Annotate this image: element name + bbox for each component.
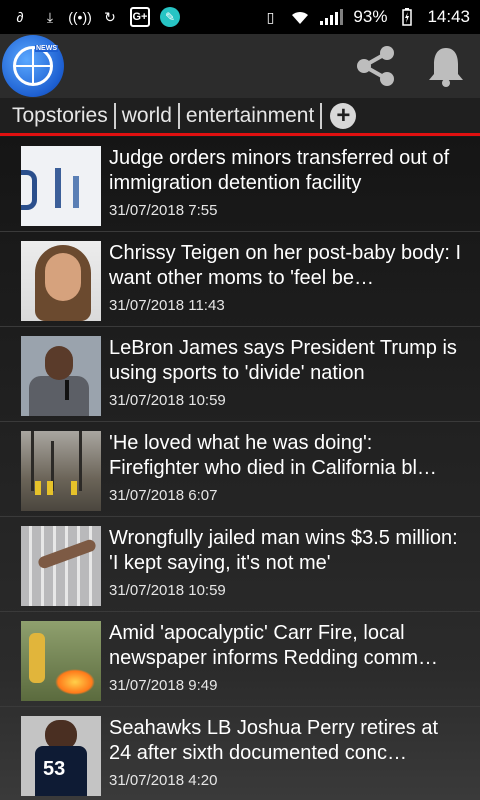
app-actions <box>354 44 468 88</box>
gplus-icon: G+ <box>130 7 150 27</box>
news-item[interactable]: Chrissy Teigen on her post-baby body: I … <box>0 232 480 327</box>
link-icon: ∂ <box>16 9 24 25</box>
news-headline: Amid 'apocalyptic' Carr Fire, local news… <box>109 622 439 669</box>
news-date: 31/07/2018 4:20 <box>109 772 218 789</box>
app-logo[interactable]: NEWS <box>2 35 64 97</box>
battery-percent: 93% <box>353 7 388 26</box>
news-date: 31/07/2018 11:43 <box>109 297 225 314</box>
news-date: 31/07/2018 7:55 <box>109 202 218 219</box>
news-item-text: Amid 'apocalyptic' Carr Fire, local news… <box>109 621 464 694</box>
wifi-icon <box>290 7 310 27</box>
news-feed[interactable]: Judge orders minors transferred out of i… <box>0 137 480 800</box>
status-right: ▯ 93% 14:43 <box>260 7 470 27</box>
vibrate-icon: ▯ <box>266 8 275 25</box>
news-item[interactable]: LeBron James says President Trump is usi… <box>0 327 480 422</box>
category-tabs: Topstories world entertainment + <box>0 98 480 136</box>
app-notification-icon: ✎ <box>160 7 180 27</box>
hotspot-icon: ((•)) <box>68 9 92 25</box>
news-item[interactable]: 'He loved what he was doing': Firefighte… <box>0 422 480 517</box>
news-headline: Judge orders minors transferred out of i… <box>109 147 450 194</box>
news-date: 31/07/2018 6:07 <box>109 487 218 504</box>
news-thumbnail: 53 <box>21 716 101 796</box>
bell-icon[interactable] <box>424 44 468 88</box>
download-icon: ⤓ <box>46 8 54 25</box>
news-item-text: 'He loved what he was doing': Firefighte… <box>109 431 464 504</box>
refresh-icon: ↻ <box>104 8 116 25</box>
news-headline: Seahawks LB Joshua Perry retires at 24 a… <box>109 717 439 764</box>
share-icon[interactable] <box>354 44 398 88</box>
news-item[interactable]: Amid 'apocalyptic' Carr Fire, local news… <box>0 612 480 707</box>
news-headline: Wrongfully jailed man wins $3.5 million:… <box>109 527 458 574</box>
plus-icon[interactable]: + <box>330 102 357 129</box>
tab-topstories[interactable]: Topstories <box>6 104 114 128</box>
tab-divider <box>320 102 323 129</box>
news-item-text: Judge orders minors transferred out of i… <box>109 146 464 219</box>
news-thumbnail <box>21 241 101 321</box>
status-left: ∂ ⤓ ((•)) ↻ G+ ✎ <box>10 7 180 27</box>
news-thumbnail <box>21 526 101 606</box>
clock: 14:43 <box>427 7 470 26</box>
news-item-text: LeBron James says President Trump is usi… <box>109 336 464 409</box>
tab-entertainment[interactable]: entertainment <box>180 104 320 128</box>
news-item-text: Chrissy Teigen on her post-baby body: I … <box>109 241 464 314</box>
app-bar: NEWS <box>0 34 480 98</box>
news-item-text: Seahawks LB Joshua Perry retires at 24 a… <box>109 716 464 789</box>
news-item-text: Wrongfully jailed man wins $3.5 million:… <box>109 526 464 599</box>
news-date: 31/07/2018 9:49 <box>109 677 218 694</box>
news-item[interactable]: Judge orders minors transferred out of i… <box>0 137 480 232</box>
globe-icon <box>13 46 53 86</box>
news-thumbnail <box>21 336 101 416</box>
signal-icon <box>320 9 344 25</box>
news-thumbnail <box>21 146 101 226</box>
tab-world[interactable]: world <box>116 104 178 128</box>
news-logo-tag: NEWS <box>35 45 58 52</box>
battery-icon <box>397 7 417 27</box>
news-headline: 'He loved what he was doing': Firefighte… <box>109 432 437 479</box>
news-item[interactable]: Wrongfully jailed man wins $3.5 million:… <box>0 517 480 612</box>
news-date: 31/07/2018 10:59 <box>109 392 226 409</box>
news-headline: Chrissy Teigen on her post-baby body: I … <box>109 242 462 289</box>
news-headline: LeBron James says President Trump is usi… <box>109 337 457 384</box>
status-bar: ∂ ⤓ ((•)) ↻ G+ ✎ ▯ 93% 14:43 <box>0 0 480 34</box>
news-thumbnail <box>21 431 101 511</box>
news-date: 31/07/2018 10:59 <box>109 582 226 599</box>
news-item[interactable]: 53 Seahawks LB Joshua Perry retires at 2… <box>0 707 480 800</box>
news-thumbnail <box>21 621 101 701</box>
